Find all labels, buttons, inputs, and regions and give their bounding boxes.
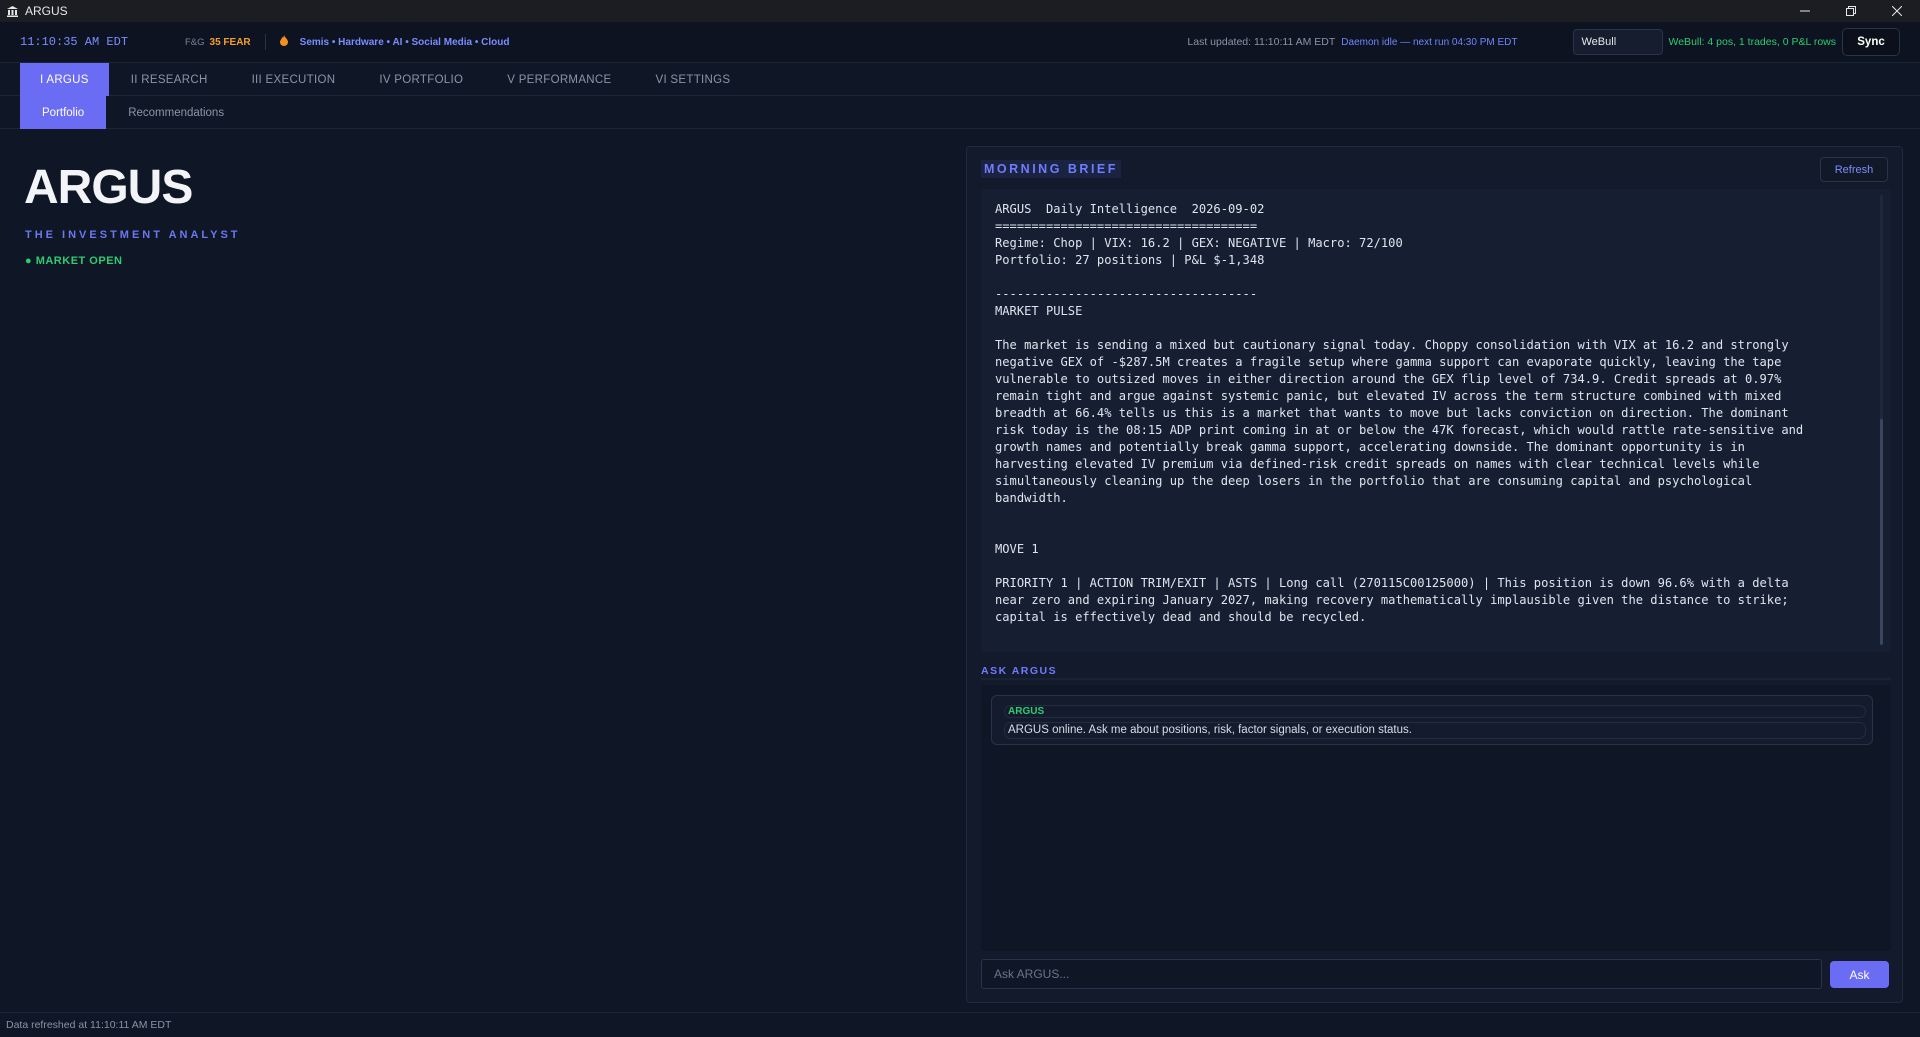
tab-performance[interactable]: V PERFORMANCE [485, 63, 633, 96]
clock: 11:10:35 AM EDT [20, 35, 129, 49]
fear-greed-label: F&G [185, 36, 205, 48]
chat-message-text: ARGUS online. Ask me about positions, ri… [1008, 724, 1412, 736]
last-updated: Last updated: 11:10:11 AM EDT [1187, 36, 1336, 48]
data-refreshed-text: Data refreshed at 11:10:11 AM EDT [6, 1019, 172, 1031]
window-titlebar: ARGUS [0, 0, 1920, 22]
tab-settings[interactable]: VI SETTINGS [633, 63, 752, 96]
refresh-button[interactable]: Refresh [1820, 157, 1888, 182]
chat-sender: ARGUS [1008, 706, 1045, 717]
broker-status: WeBull: 4 pos, 1 trades, 0 P&L rows [1668, 36, 1837, 48]
divider [981, 678, 1891, 680]
chat-message: ARGUS ARGUS online. Ask me about positio… [991, 695, 1873, 745]
close-icon[interactable] [1874, 0, 1920, 22]
morning-brief-heading: MORNING BRIEF [981, 160, 1121, 178]
minimize-icon[interactable] [1782, 0, 1828, 22]
bank-icon [5, 4, 19, 18]
top-status-bar: 11:10:35 AM EDT F&G 35 FEAR Semis • Hard… [0, 22, 1920, 63]
fear-greed-value: 35 FEAR [209, 36, 251, 48]
main-nav-tabs: I ARGUS II RESEARCH III EXECUTION IV POR… [0, 63, 1920, 96]
sync-button[interactable]: Sync [1842, 28, 1900, 56]
morning-brief-text: ARGUS Daily Intelligence 2026-09-02 ====… [995, 202, 1804, 624]
morning-brief-panel: MORNING BRIEF Refresh ARGUS Daily Intell… [966, 146, 1903, 1003]
tab-execution[interactable]: III EXECUTION [230, 63, 358, 96]
footer-bar: Data refreshed at 11:10:11 AM EDT [0, 1012, 1920, 1037]
ask-button[interactable]: Ask [1830, 961, 1889, 988]
ask-argus-input[interactable] [981, 959, 1822, 989]
morning-brief-content[interactable]: ARGUS Daily Intelligence 2026-09-02 ====… [981, 189, 1891, 652]
ask-argus-heading: ASK ARGUS [981, 665, 1058, 677]
window-title: ARGUS [25, 4, 68, 18]
chat-sender-row [1004, 705, 1866, 718]
daemon-status: Daemon idle — next run 04:30 PM EDT [1341, 36, 1518, 48]
tab-research[interactable]: II RESEARCH [109, 63, 230, 96]
chat-area[interactable]: ARGUS ARGUS online. Ask me about positio… [981, 685, 1891, 951]
subtab-recommendations[interactable]: Recommendations [106, 96, 246, 129]
brief-scrollbar-thumb[interactable] [1880, 419, 1883, 645]
broker-select[interactable]: WeBull [1572, 29, 1663, 55]
flame-icon [279, 35, 288, 49]
tab-argus[interactable]: I ARGUS [20, 63, 109, 96]
sub-nav-tabs: Portfolio Recommendations [0, 96, 1920, 129]
window-controls [1782, 0, 1920, 22]
tab-portfolio[interactable]: IV PORTFOLIO [357, 63, 485, 96]
page-subtitle: THE INVESTMENT ANALYST [25, 229, 241, 241]
page-title: ARGUS [24, 161, 193, 214]
hot-sectors: Semis • Hardware • AI • Social Media • C… [299, 36, 510, 48]
restore-icon[interactable] [1828, 0, 1874, 22]
market-status-badge: ● MARKET OPEN [25, 255, 123, 267]
divider [264, 34, 266, 50]
subtab-portfolio[interactable]: Portfolio [20, 96, 107, 129]
